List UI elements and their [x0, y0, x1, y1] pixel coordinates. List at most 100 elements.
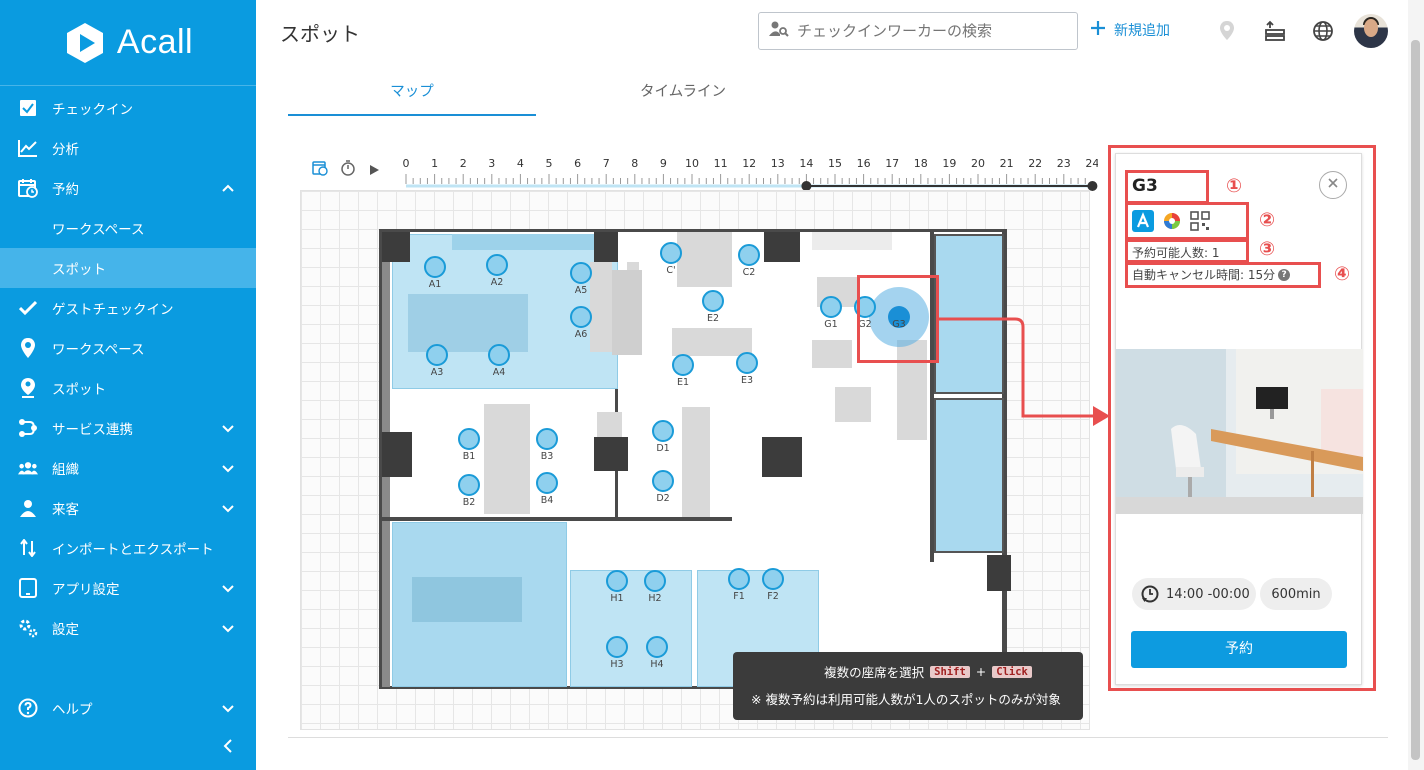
brand-name: Acall: [116, 23, 194, 61]
location-icon[interactable]: [1214, 18, 1240, 44]
seat[interactable]: [660, 242, 682, 264]
sidebar-item-checkin[interactable]: チェックイン: [0, 88, 256, 128]
ruler-controls: [312, 160, 380, 180]
seat-label: B4: [540, 495, 554, 506]
book-button[interactable]: 予約: [1131, 631, 1347, 668]
seat[interactable]: [570, 306, 592, 328]
seat[interactable]: [458, 428, 480, 450]
seat[interactable]: [652, 470, 674, 492]
close-button[interactable]: [1319, 171, 1347, 199]
collapse-sidebar-icon[interactable]: [220, 736, 236, 756]
wall: [382, 517, 732, 521]
sidebar-item-visitor[interactable]: 来客: [0, 488, 256, 528]
floor-map[interactable]: A1 A2 A3 A4 A5 A6 B1 B2 B3 B4 C' C2 D1 D2 E1 E2 E3 F1 F2 G1…: [300, 190, 1090, 730]
ruler-hour-label: 4: [517, 157, 524, 170]
seat[interactable]: [536, 472, 558, 494]
seat[interactable]: [458, 474, 480, 496]
seat[interactable]: [606, 636, 628, 658]
duration-chip[interactable]: 600min: [1260, 578, 1332, 610]
seat[interactable]: [672, 354, 694, 376]
chevron-down-icon[interactable]: [220, 580, 236, 596]
seat[interactable]: [424, 256, 446, 278]
view-tabs: マップ タイムライン: [288, 76, 1388, 118]
stopwatch-icon[interactable]: [340, 160, 356, 180]
sidebar-item-workspace[interactable]: ワークスペース: [0, 328, 256, 368]
sidebar-subitem-spot[interactable]: スポット: [0, 248, 256, 288]
sidebar-item-integrations[interactable]: サービス連携: [0, 408, 256, 448]
sidebar-item-spot[interactable]: スポット: [0, 368, 256, 408]
sidebar-item-organization[interactable]: 組織: [0, 448, 256, 488]
sidebar-item-import-export[interactable]: インポートとエクスポート: [0, 528, 256, 568]
sidebar-item-label: ヘルプ: [52, 702, 93, 718]
seat[interactable]: [606, 570, 628, 592]
seat-label: H4: [650, 659, 664, 670]
sidebar-item-settings[interactable]: 設定: [0, 608, 256, 648]
seat[interactable]: [652, 420, 674, 442]
sidebar-item-label: アプリ設定: [52, 582, 120, 598]
sidebar-item-analytics[interactable]: 分析: [0, 128, 256, 168]
seat[interactable]: [570, 262, 592, 284]
seat[interactable]: [536, 428, 558, 450]
globe-icon[interactable]: [1310, 18, 1336, 44]
page-scrollbar[interactable]: [1408, 0, 1424, 770]
ruler-hour-label: 1: [431, 157, 438, 170]
sidebar-item-app-settings[interactable]: アプリ設定: [0, 568, 256, 608]
add-new-label: 新規追加: [1114, 23, 1170, 39]
seat[interactable]: [486, 254, 508, 276]
sidebar-item-label: 来客: [52, 502, 79, 518]
seat-label: A5: [574, 285, 588, 296]
chevron-down-icon[interactable]: [220, 420, 236, 436]
play-icon[interactable]: [368, 161, 380, 180]
seat[interactable]: [728, 568, 750, 590]
tooltip-plus: +: [975, 664, 987, 679]
tab-map[interactable]: マップ: [288, 76, 536, 116]
seat[interactable]: [762, 568, 784, 590]
search-input[interactable]: [797, 22, 1057, 40]
sidebar-subitem-workspace[interactable]: ワークスペース: [0, 208, 256, 248]
sidebar-item-label: 分析: [52, 142, 79, 158]
user-avatar[interactable]: [1354, 14, 1388, 48]
sidebar-item-help[interactable]: ヘルプ: [0, 688, 256, 728]
chevron-down-icon[interactable]: [220, 500, 236, 516]
annotation-number: ②: [1259, 209, 1276, 231]
sidebar-item-label: 予約: [52, 182, 79, 198]
pillar: [382, 232, 410, 262]
sidebar-item-reservation[interactable]: 予約: [0, 168, 256, 208]
brand-logo[interactable]: Acall: [0, 0, 256, 86]
search-box[interactable]: [758, 12, 1078, 50]
seat[interactable]: [702, 290, 724, 312]
seat[interactable]: [646, 636, 668, 658]
chevron-down-icon[interactable]: [220, 620, 236, 636]
scrollbar-thumb[interactable]: [1411, 40, 1420, 760]
sort-icon[interactable]: [1262, 18, 1288, 44]
add-new-button[interactable]: 新規追加: [1090, 20, 1170, 40]
seat[interactable]: [426, 344, 448, 366]
chevron-up-icon[interactable]: [220, 180, 236, 196]
furniture-block: [682, 407, 710, 517]
acall-logo-icon: [63, 21, 107, 65]
seat[interactable]: [820, 296, 842, 318]
callout-arrow-icon: [938, 317, 1110, 426]
seat-label: H1: [610, 593, 624, 604]
seat[interactable]: [488, 344, 510, 366]
tooltip-text: 複数の座席を選択: [824, 665, 925, 680]
furniture-block: [835, 387, 871, 422]
chevron-down-icon[interactable]: [220, 700, 236, 716]
highlight-box-capacity: [1125, 239, 1249, 263]
seat[interactable]: [738, 244, 760, 266]
sidebar-item-guest-checkin[interactable]: ゲストチェックイン: [0, 288, 256, 328]
seat-label: A4: [492, 367, 506, 378]
ruler-hour-label: 7: [603, 157, 610, 170]
pillar: [762, 437, 802, 477]
calendar-clock-icon[interactable]: [312, 160, 328, 180]
time-ruler[interactable]: 0 1 2 3 4 5 6 7 8 9 10 11 12 13 14 15 16 17 18 19 20 21 22 23 24: [398, 150, 1098, 195]
time-range-chip[interactable]: 14:00 -00:00: [1132, 578, 1256, 610]
seat[interactable]: [644, 570, 666, 592]
plus-icon: [1090, 20, 1106, 40]
integration-icon: [18, 418, 38, 438]
seat[interactable]: [736, 352, 758, 374]
seat-label: E1: [676, 377, 690, 388]
chevron-down-icon[interactable]: [220, 460, 236, 476]
tab-timeline[interactable]: タイムライン: [558, 76, 808, 116]
sidebar-item-label: 組織: [52, 462, 79, 478]
